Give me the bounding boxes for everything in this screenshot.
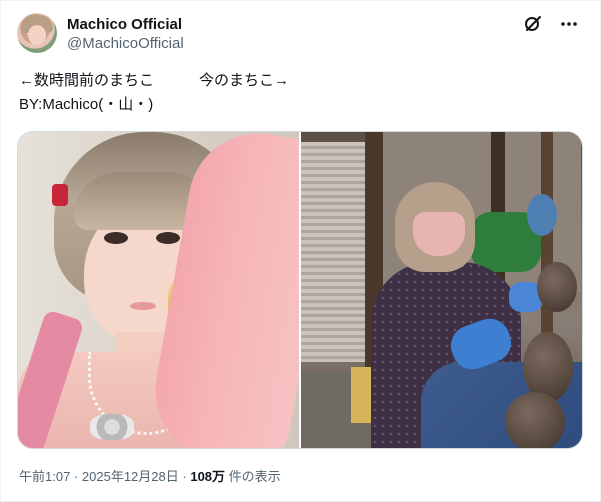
avatar-face [28, 25, 46, 45]
tweet-time[interactable]: 午前1:07 [19, 469, 70, 484]
photo-taro [505, 392, 565, 448]
more-icon[interactable] [558, 13, 580, 35]
user-handle[interactable]: @MachicoOfficial [67, 34, 184, 54]
photo-fan [527, 194, 557, 236]
warehouse-photo[interactable] [301, 132, 582, 448]
photo-lips [130, 302, 156, 310]
view-label: 件の表示 [228, 469, 281, 484]
photo-mask [413, 212, 465, 256]
tweet-text: ←数時間前のまちこ 今のまちこ→ BY:Machico(・山・) [19, 69, 289, 117]
photo-eye-right [156, 232, 180, 244]
view-count: 108万 [190, 469, 226, 484]
photo-taro [537, 262, 577, 312]
photo-bow-left [52, 184, 68, 206]
avatar[interactable] [17, 13, 57, 53]
photo-eye-left [104, 232, 128, 244]
meta-separator: · [182, 469, 187, 484]
photo-shutter [301, 142, 371, 362]
tweet-date[interactable]: 2025年12月28日 [82, 469, 179, 484]
tweet-line-2: BY:Machico(・山・) [19, 96, 154, 113]
meta-separator: · [73, 469, 79, 484]
media-grid [17, 131, 583, 449]
author-info: Machico Official @MachicoOfficial [67, 15, 184, 54]
display-name[interactable]: Machico Official [67, 15, 184, 34]
tweet-line-1: ←数時間前のまちこ 今のまちこ→ [19, 72, 290, 89]
header-actions [522, 13, 580, 35]
grok-icon[interactable] [522, 13, 544, 35]
tweet-meta: 午前1:07 · 2025年12月28日 · 108万 件の表示 [19, 468, 281, 486]
selfie-photo[interactable] [18, 132, 299, 448]
photo-ribbon-pendant [90, 414, 134, 440]
tweet-card: Machico Official @MachicoOfficial ←数時間前の… [0, 0, 601, 502]
